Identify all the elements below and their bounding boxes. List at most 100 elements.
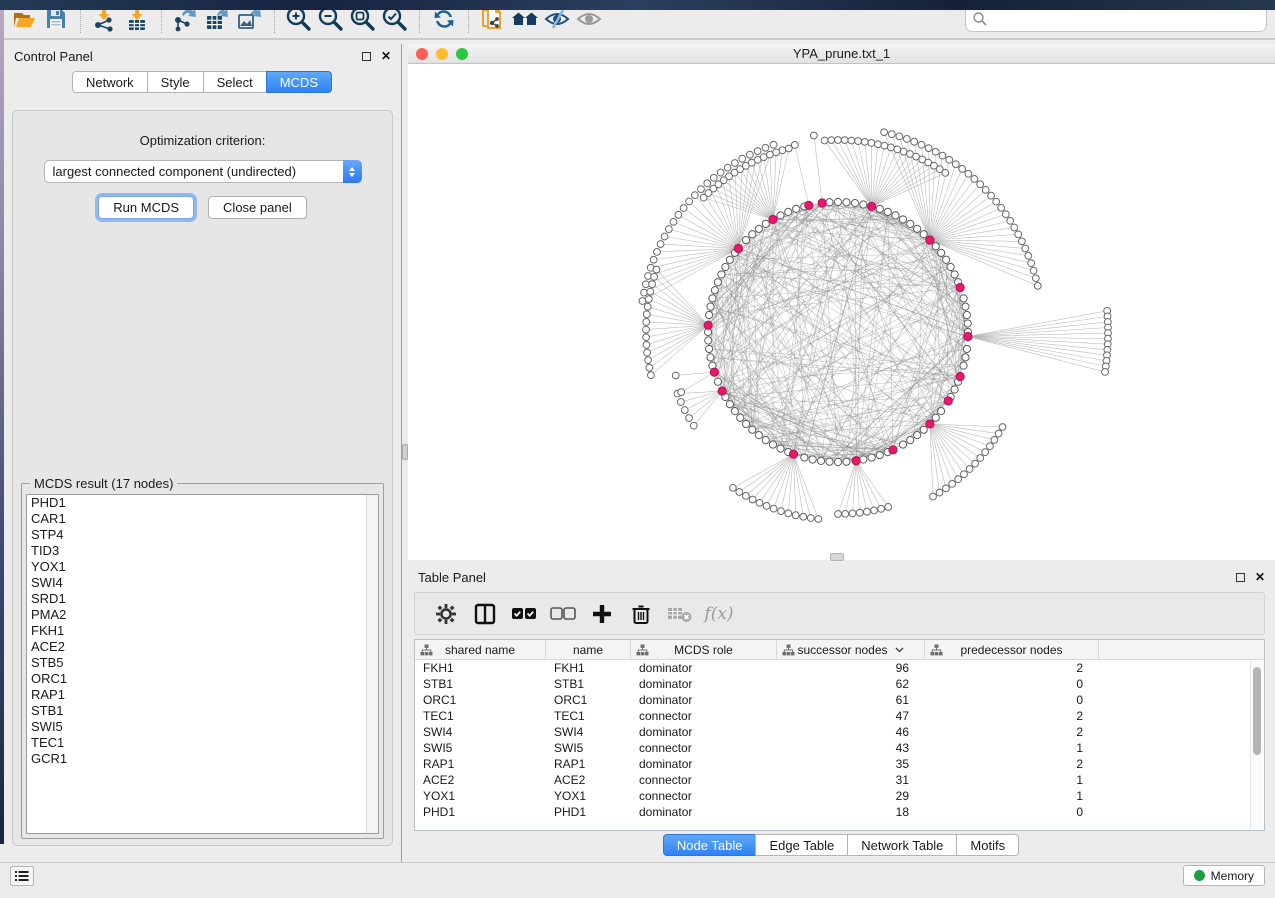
tab-mcds[interactable]: MCDS (266, 71, 332, 93)
table-options-button[interactable] (431, 599, 461, 629)
table-cell: SWI4 (415, 724, 546, 740)
mcds-result-item[interactable]: SRD1 (27, 591, 378, 607)
table-row[interactable]: STB1STB1dominator620 (415, 676, 1264, 692)
namespace-icon (930, 644, 943, 656)
criterion-dropdown[interactable]: largest connected component (undirected) (44, 160, 362, 183)
control-panel-tabs: Network Style Select MCDS (4, 71, 401, 93)
table-row[interactable]: SWI4SWI4dominator462 (415, 724, 1264, 740)
table-cell: 2 (925, 756, 1099, 772)
network-window-titlebar[interactable]: YPA_prune.txt_1 (408, 44, 1275, 64)
mcds-result-list[interactable]: PHD1CAR1STP4TID3YOX1SWI4SRD1PMA2FKH1ACE2… (26, 494, 379, 834)
table-cell: connector (631, 788, 777, 804)
table-cell: STB1 (546, 676, 631, 692)
tab-edge-table[interactable]: Edge Table (755, 834, 848, 856)
table-row[interactable]: SWI5SWI5connector431 (415, 740, 1264, 756)
column-header-mcds-role[interactable]: MCDS role (631, 640, 777, 659)
sort-descending-icon (895, 647, 904, 653)
close-panel-button[interactable]: Close panel (208, 196, 307, 219)
mcds-result-item[interactable]: CAR1 (27, 511, 378, 527)
network-canvas[interactable] (408, 64, 1275, 560)
table-cell: 0 (925, 676, 1099, 692)
deselect-all-check-button[interactable] (548, 599, 578, 629)
mcds-result-item[interactable]: TEC1 (27, 735, 378, 751)
save-icon (44, 7, 68, 31)
tab-select[interactable]: Select (203, 71, 267, 93)
task-history-button[interactable] (10, 866, 34, 886)
tab-node-table[interactable]: Node Table (663, 834, 757, 856)
table-panel-title: Table Panel (418, 570, 486, 585)
network-canvas-area[interactable] (408, 64, 1275, 560)
tab-network-table[interactable]: Network Table (847, 834, 957, 856)
mcds-result-item[interactable]: ORC1 (27, 671, 378, 687)
table-cell: PHD1 (415, 804, 546, 820)
mcds-list-scrollbar[interactable] (366, 495, 378, 833)
mcds-result-item[interactable]: FKH1 (27, 623, 378, 639)
column-header-empty (1099, 640, 1264, 659)
table-cell: 1 (925, 788, 1099, 804)
dropdown-stepper-icon (343, 160, 362, 183)
network-view-window: YPA_prune.txt_1 (408, 44, 1275, 560)
criterion-value: largest connected component (undirected) (45, 164, 343, 179)
mcds-result-item[interactable]: SWI4 (27, 575, 378, 591)
delete-table-button[interactable] (665, 599, 695, 629)
table-cell: STB1 (415, 676, 546, 692)
mcds-result-item[interactable]: SWI5 (27, 719, 378, 735)
search-icon (972, 11, 988, 27)
horizontal-splitter-grip[interactable] (830, 553, 844, 561)
mcds-result-item[interactable]: STB5 (27, 655, 378, 671)
table-cell: PHD1 (546, 804, 631, 820)
close-panel-icon[interactable]: ✕ (381, 49, 391, 63)
column-header-shared-name[interactable]: shared name (415, 640, 546, 659)
table-row[interactable]: ACE2ACE2connector311 (415, 772, 1264, 788)
delete-columns-button[interactable] (626, 599, 656, 629)
table-scrollbar[interactable] (1250, 661, 1263, 829)
table-cell: ORC1 (546, 692, 631, 708)
table-cell: dominator (631, 660, 777, 676)
select-all-check-button[interactable] (509, 599, 539, 629)
run-mcds-button[interactable]: Run MCDS (98, 196, 194, 219)
table-cell: dominator (631, 804, 777, 820)
tab-network[interactable]: Network (72, 71, 148, 93)
mcds-result-item[interactable]: STB1 (27, 703, 378, 719)
column-header-name[interactable]: name (546, 640, 631, 659)
desktop-background-bottom (0, 0, 1275, 10)
mcds-result-item[interactable]: YOX1 (27, 559, 378, 575)
table-cell: 2 (925, 660, 1099, 676)
table-cell: 61 (777, 692, 925, 708)
table-row[interactable]: TEC1TEC1connector472 (415, 708, 1264, 724)
close-panel-icon[interactable]: ✕ (1255, 570, 1265, 584)
create-column-button[interactable] (587, 599, 617, 629)
namespace-icon (782, 644, 795, 656)
memory-button[interactable]: Memory (1183, 865, 1265, 886)
table-cell: RAP1 (415, 756, 546, 772)
show-columns-button[interactable] (470, 599, 500, 629)
function-builder-button[interactable]: f(x) (704, 599, 734, 629)
mcds-tab-content: Optimization criterion: largest connecte… (12, 110, 393, 846)
trash-icon (630, 603, 652, 625)
mcds-result-item[interactable]: STP4 (27, 527, 378, 543)
table-row[interactable]: FKH1FKH1dominator962 (415, 660, 1264, 676)
table-cell: 0 (925, 804, 1099, 820)
table-cell: SWI4 (546, 724, 631, 740)
tab-style[interactable]: Style (147, 71, 204, 93)
column-header-successor-nodes[interactable]: successor nodes (777, 640, 925, 659)
table-row[interactable]: RAP1RAP1dominator352 (415, 756, 1264, 772)
column-header-predecessor-nodes[interactable]: predecessor nodes (925, 640, 1099, 659)
mcds-result-item[interactable]: RAP1 (27, 687, 378, 703)
memory-status-icon (1194, 870, 1205, 881)
node-table-body: FKH1FKH1dominator962STB1STB1dominator620… (415, 660, 1264, 820)
table-row[interactable]: YOX1YOX1connector291 (415, 788, 1264, 804)
mcds-result-item[interactable]: GCR1 (27, 751, 378, 767)
float-panel-icon[interactable] (362, 52, 371, 61)
table-cell: dominator (631, 724, 777, 740)
mcds-result-item[interactable]: PHD1 (27, 495, 378, 511)
search-input[interactable] (988, 12, 1260, 26)
tab-motifs[interactable]: Motifs (956, 834, 1019, 856)
mcds-result-item[interactable]: PMA2 (27, 607, 378, 623)
mcds-result-item[interactable]: TID3 (27, 543, 378, 559)
table-row[interactable]: ORC1ORC1dominator610 (415, 692, 1264, 708)
float-panel-icon[interactable] (1236, 573, 1245, 582)
table-scrollbar-thumb[interactable] (1253, 667, 1261, 755)
table-row[interactable]: PHD1PHD1dominator180 (415, 804, 1264, 820)
mcds-result-item[interactable]: ACE2 (27, 639, 378, 655)
